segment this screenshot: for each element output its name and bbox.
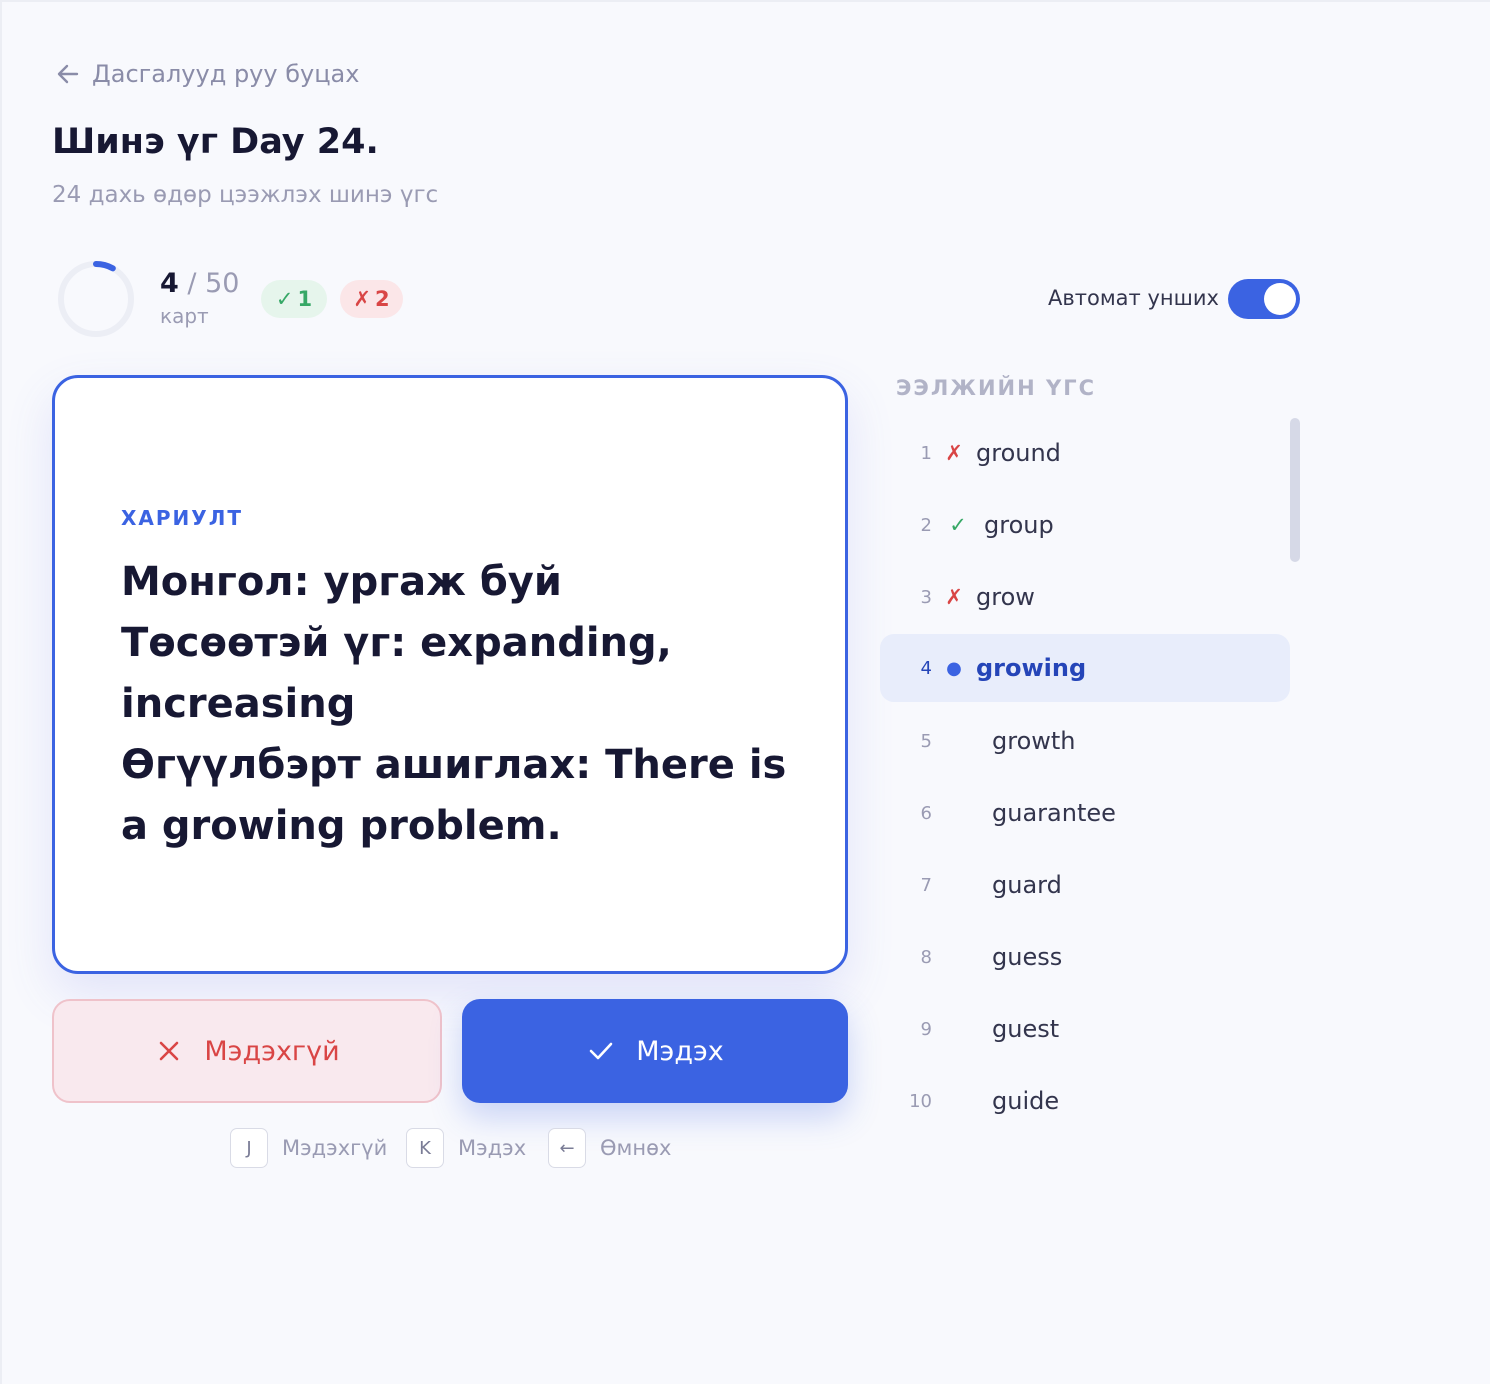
wrong-mark-icon: ✗ (945, 441, 963, 465)
shortcut-label: Мэдэх (458, 1136, 527, 1160)
shortcut-hint-know: K Мэдэх (406, 1128, 526, 1168)
back-link[interactable]: Дасгалууд руу буцах (54, 58, 359, 90)
check-icon: ✓ (275, 287, 294, 311)
shortcut-key: J (230, 1128, 268, 1168)
word-text: growth (992, 727, 1076, 755)
word-list-item[interactable]: 8 guess (880, 923, 1290, 991)
word-number: 9 (920, 1018, 932, 1040)
word-list-item[interactable]: 1 ✗ ground (880, 419, 1290, 487)
check-icon (589, 1042, 613, 1060)
correct-count: 1 (297, 287, 313, 311)
word-list-item[interactable]: 10 guide (880, 1067, 1290, 1135)
page-subtitle: 24 дахь өдөр цээжлэх шинэ үгс (52, 182, 439, 208)
shortcut-key: ← (548, 1128, 586, 1168)
wrong-count-badge: ✗ 2 (340, 280, 403, 318)
current-dot-icon: ● (946, 657, 962, 679)
app-frame: Дасгалууд руу буцах Шинэ үг Day 24. 24 д… (0, 0, 1490, 1384)
dont-know-label: Мэдэхгүй (204, 1035, 340, 1067)
word-text: guess (992, 943, 1063, 971)
arrow-left-icon (57, 64, 79, 84)
flashcard[interactable]: ХАРИУЛТ Монгол: ургаж буй Төсөөтэй үг: e… (52, 375, 848, 974)
shortcut-key: K (406, 1128, 444, 1168)
word-list-scrollbar[interactable] (1290, 418, 1300, 562)
card-counter-total: / 50 (187, 268, 240, 299)
cross-icon: ✗ (353, 287, 371, 311)
word-text: guarantee (992, 799, 1116, 827)
shortcut-label: Мэдэхгүй (282, 1136, 388, 1160)
card-counter-current: 4 (160, 268, 179, 299)
word-list-item[interactable]: 2 ✓ group (880, 491, 1290, 559)
progress-ring (58, 261, 134, 337)
card-side-label: ХАРИУЛТ (121, 506, 243, 530)
word-number: 8 (920, 946, 932, 968)
word-text: guest (992, 1015, 1060, 1043)
card-counter-unit: карт (160, 304, 209, 328)
dont-know-button[interactable]: Мэдэхгүй (52, 999, 442, 1103)
word-number: 6 (920, 802, 932, 824)
word-text: grow (976, 583, 1035, 611)
word-text: group (984, 511, 1054, 539)
word-list-item[interactable]: 9 guest (880, 995, 1290, 1063)
card-counter: 4 / 50 (160, 268, 239, 299)
word-number: 3 (920, 586, 932, 608)
back-link-label: Дасгалууд руу буцах (92, 60, 360, 88)
page-title: Шинэ үг Day 24. (52, 122, 379, 162)
word-text: growing (976, 654, 1087, 682)
word-text: ground (976, 439, 1061, 467)
word-number: 7 (920, 874, 932, 896)
auto-read-label: Автомат унших (1048, 286, 1219, 310)
toggle-knob (1264, 283, 1296, 315)
word-list-item[interactable]: 6 guarantee (880, 779, 1290, 847)
shortcut-label: Өмнөх (600, 1136, 672, 1160)
correct-count-badge: ✓ 1 (261, 280, 327, 318)
word-list-item[interactable]: 7 guard (880, 851, 1290, 919)
shortcut-hint-dont-know: J Мэдэхгүй (230, 1128, 387, 1168)
card-answer-text: Монгол: ургаж буй Төсөөтэй үг: expanding… (121, 559, 787, 849)
word-list-item-current[interactable]: 4 ● growing (880, 634, 1290, 702)
word-list-heading: ЭЭЛЖИЙН ҮГС (896, 376, 1097, 400)
word-number: 10 (909, 1090, 932, 1112)
word-number: 1 (920, 442, 932, 464)
know-button[interactable]: Мэдэх (462, 999, 848, 1103)
word-number: 4 (920, 657, 932, 679)
word-number: 5 (920, 730, 932, 752)
word-text: guide (992, 1087, 1060, 1115)
wrong-count: 2 (374, 287, 390, 311)
shortcut-hint-previous: ← Өмнөх (548, 1128, 671, 1168)
word-list-item[interactable]: 5 growth (880, 707, 1290, 775)
wrong-mark-icon: ✗ (945, 585, 963, 609)
word-text: guard (992, 871, 1062, 899)
close-icon (160, 1041, 179, 1061)
word-list-item[interactable]: 3 ✗ grow (880, 563, 1290, 631)
auto-read-toggle[interactable] (1228, 279, 1300, 319)
correct-mark-icon: ✓ (949, 513, 967, 537)
know-label: Мэдэх (636, 1035, 724, 1067)
word-number: 2 (920, 514, 932, 536)
